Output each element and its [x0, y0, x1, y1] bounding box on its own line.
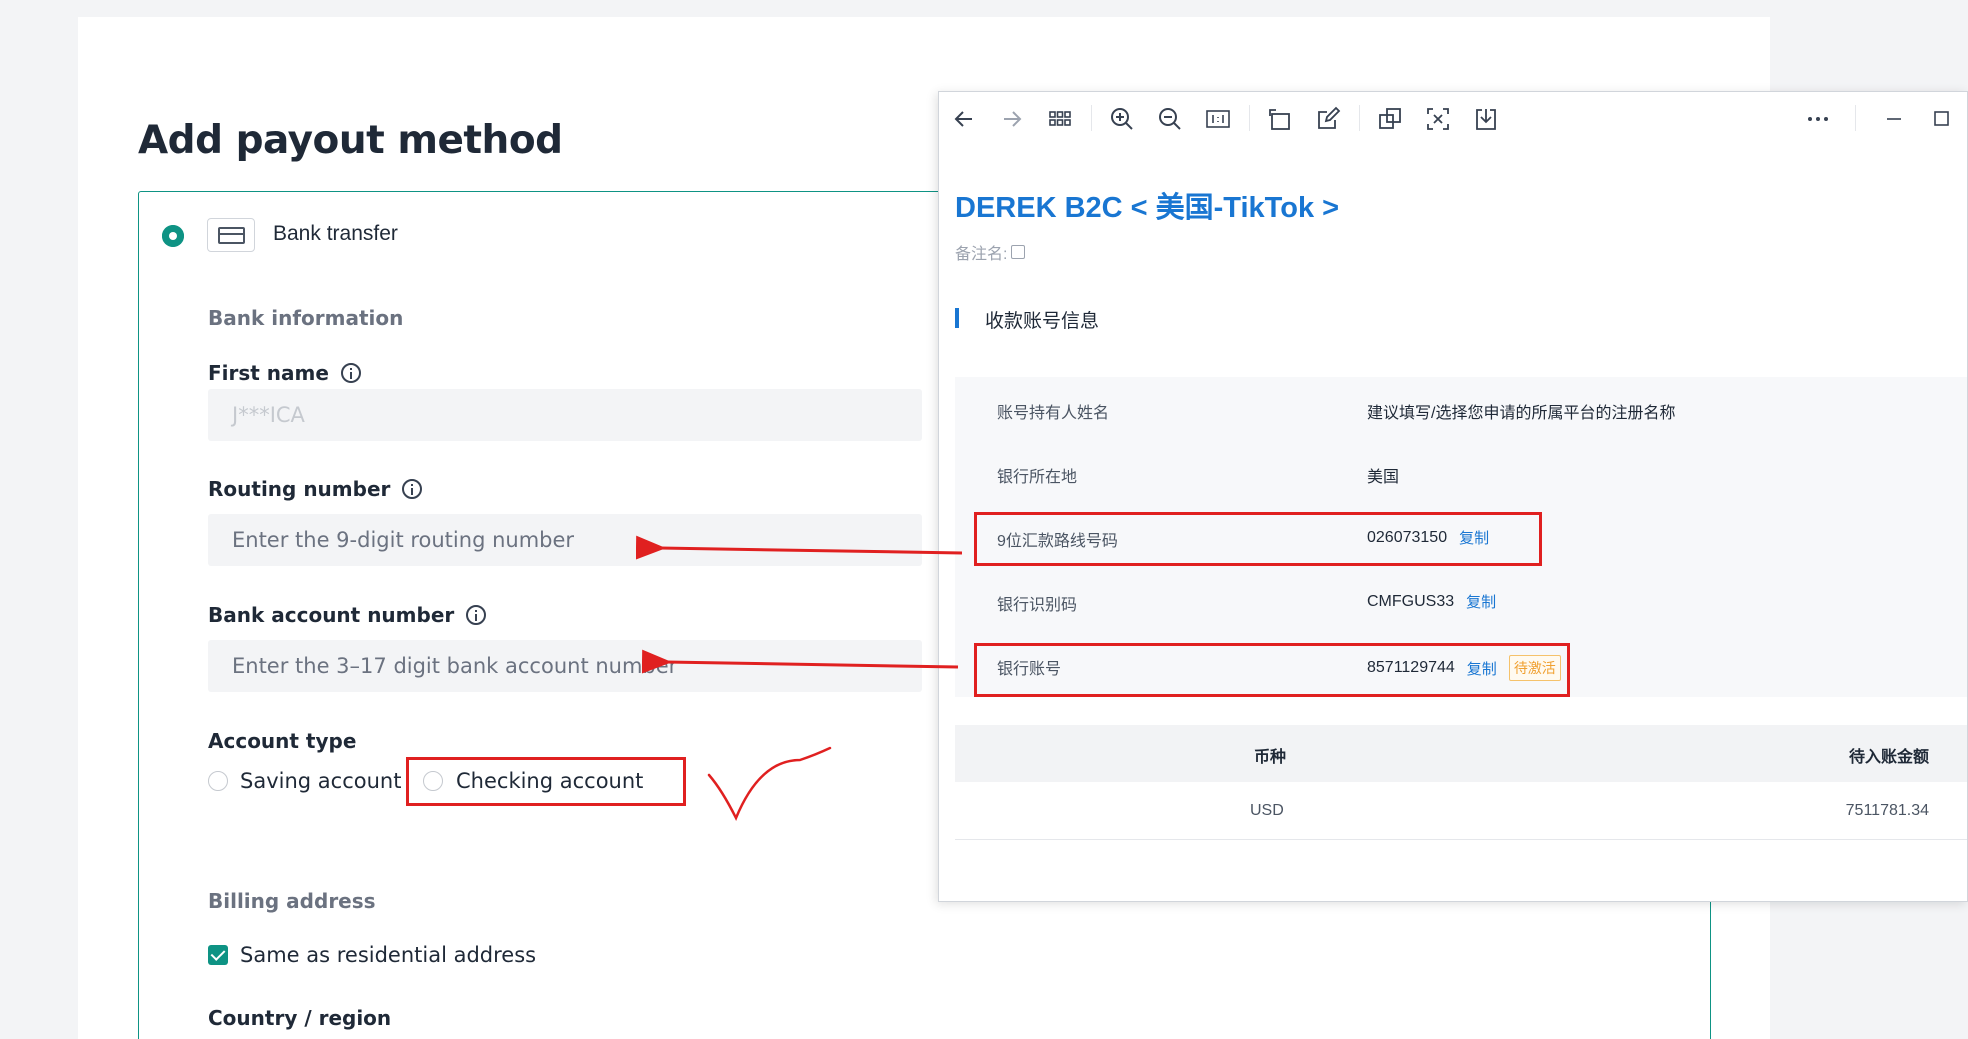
- info-key: 银行所在地: [997, 469, 1078, 486]
- viewer-toolbar: [939, 92, 1967, 142]
- saving-account-label[interactable]: Saving account: [240, 769, 401, 793]
- zoom-out-icon[interactable]: [1157, 106, 1183, 132]
- country-region-label-text: Country / region: [208, 1006, 392, 1030]
- account-type-label: Account type: [208, 729, 356, 753]
- page-title: Add payout method: [138, 118, 563, 163]
- first-name-label: First name: [208, 361, 361, 385]
- zoom-in-icon[interactable]: [1109, 106, 1135, 132]
- grid-icon[interactable]: [1047, 106, 1073, 132]
- info-value: 美国: [1367, 469, 1400, 486]
- info-icon[interactable]: [402, 479, 423, 499]
- table-row: USD 7511781.34: [955, 782, 1967, 840]
- routing-number-label-text: Routing number: [208, 477, 391, 501]
- copy-icon[interactable]: [1377, 106, 1403, 132]
- bank-transfer-radio[interactable]: [162, 225, 184, 247]
- info-icon[interactable]: [466, 605, 487, 625]
- amount-value: 7511781.34: [1845, 802, 1929, 819]
- bank-transfer-label: Bank transfer: [273, 222, 398, 245]
- scan-text-icon[interactable]: [1425, 106, 1451, 132]
- routing-number-input[interactable]: Enter the 9-digit routing number: [208, 514, 922, 566]
- first-name-value: J***ICA: [232, 403, 305, 427]
- billing-address-heading: Billing address: [208, 889, 376, 913]
- first-name-label-text: First name: [208, 361, 329, 385]
- more-icon[interactable]: [1805, 106, 1831, 132]
- bank-account-number-placeholder: Enter the 3–17 digit bank account number: [232, 654, 678, 678]
- routing-number-placeholder: Enter the 9-digit routing number: [232, 528, 575, 552]
- rotate-icon[interactable]: [1267, 106, 1293, 132]
- actual-size-icon[interactable]: [1205, 106, 1231, 132]
- edit-remark-icon[interactable]: [1011, 245, 1026, 259]
- bank-account-number-label-text: Bank account number: [208, 603, 455, 627]
- copy-swift-link[interactable]: 复制: [1466, 591, 1496, 612]
- saving-account-radio[interactable]: [208, 771, 228, 791]
- bank-card-icon: [207, 218, 255, 252]
- info-key: 银行识别码: [997, 597, 1078, 614]
- same-address-label[interactable]: Same as residential address: [240, 943, 536, 967]
- currency-column-header: 币种: [1254, 749, 1287, 766]
- info-row: 账号持有人姓名 建议填写/选择您申请的所属平台的注册名称: [955, 377, 1967, 441]
- bank-account-number-input[interactable]: Enter the 3–17 digit bank account number: [208, 640, 922, 692]
- country-region-label: Country / region: [208, 1006, 391, 1030]
- minimize-icon[interactable]: [1881, 106, 1907, 132]
- maximize-icon[interactable]: [1929, 106, 1955, 132]
- amount-column-header: 待入账金额: [1848, 749, 1929, 766]
- info-row-swift: 银行识别码 CMFGUS33 复制: [955, 569, 1967, 633]
- checking-account-annotation-box: [406, 757, 686, 806]
- section-accent-bar: [955, 308, 959, 328]
- routing-number-annotation-box: [974, 512, 1542, 566]
- image-viewer-window: DEREK B2C < 美国-TikTok > 备注名: 收款账号信息 账号持有…: [938, 91, 1968, 902]
- download-icon[interactable]: [1473, 106, 1499, 132]
- info-key: 账号持有人姓名: [997, 405, 1110, 422]
- currency-table-header: 币种 待入账金额: [955, 725, 1967, 782]
- remark-name: 备注名:: [955, 240, 1026, 264]
- currency-value: USD: [1250, 802, 1284, 819]
- same-address-checkbox[interactable]: [208, 945, 228, 965]
- forward-arrow-icon[interactable]: [999, 106, 1025, 132]
- viewer-title: DEREK B2C < 美国-TikTok >: [955, 192, 1340, 224]
- info-row: 银行所在地 美国: [955, 441, 1967, 505]
- routing-number-label: Routing number: [208, 477, 423, 501]
- back-arrow-icon[interactable]: [951, 106, 977, 132]
- remark-label: 备注名:: [955, 246, 1008, 263]
- swift-code-value: CMFGUS33: [1367, 592, 1455, 610]
- account-type-label-text: Account type: [208, 729, 357, 753]
- bank-account-number-label: Bank account number: [208, 603, 487, 627]
- account-number-annotation-box: [974, 643, 1570, 697]
- info-icon[interactable]: [340, 363, 361, 383]
- first-name-field[interactable]: J***ICA: [208, 389, 922, 441]
- info-value: 建议填写/选择您申请的所属平台的注册名称: [1367, 405, 1676, 422]
- edit-icon[interactable]: [1315, 106, 1341, 132]
- bank-information-heading: Bank information: [208, 306, 404, 330]
- section-title: 收款账号信息: [985, 311, 1100, 332]
